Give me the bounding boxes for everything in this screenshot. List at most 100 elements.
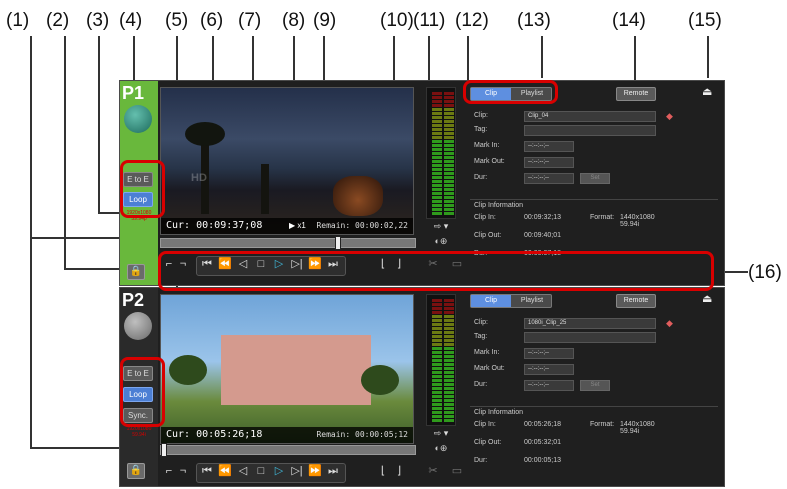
output-arrow-button[interactable]: ⇨ ▾: [426, 428, 456, 442]
clip-out-value: 00:09:40;01: [524, 232, 561, 239]
output-arrow-button[interactable]: ⇨ ▾: [426, 221, 456, 235]
go-to-end-icon[interactable]: ⏭: [326, 464, 340, 478]
meter-cell: [444, 108, 454, 111]
seek-bar[interactable]: [160, 443, 416, 457]
mark-out-label: Mark Out:: [474, 365, 505, 372]
callout-12: (12): [455, 10, 489, 31]
meter-cell: [444, 148, 454, 151]
callout-8: (8): [282, 10, 306, 31]
meter-cell: [432, 112, 442, 115]
mark-in-field[interactable]: --:--:--;--: [524, 141, 574, 152]
meter-cell: [432, 116, 442, 119]
meter-cell: [444, 375, 454, 378]
timecode-bar: Cur: 00:05:26;18 Remain: 00:00:05;12: [161, 427, 413, 443]
lock-button[interactable]: 🔒: [127, 463, 145, 479]
go-to-start-icon[interactable]: ⏮: [200, 464, 214, 478]
rewind-icon[interactable]: ⏪: [218, 464, 232, 478]
dur-field[interactable]: --:--:--;--: [524, 380, 574, 391]
mark-out-icon[interactable]: ¬: [176, 464, 190, 478]
clip-icon[interactable]: ✂: [426, 464, 440, 478]
meter-cell: [432, 387, 442, 390]
info-dur-label: Dur:: [474, 457, 488, 464]
meter-cell: [444, 132, 454, 135]
seek-handle[interactable]: [335, 236, 341, 250]
mark-in-icon[interactable]: ⌐: [162, 464, 176, 478]
format-readout: 1920x1080 59.94i: [126, 426, 152, 438]
mark-out-field[interactable]: --:--:--;--: [524, 364, 574, 375]
eject-icon[interactable]: ⏏: [702, 292, 712, 305]
tab-playlist[interactable]: Playlist: [512, 295, 552, 307]
meter-cell: [444, 196, 454, 199]
refresh-icon[interactable]: ◆: [666, 111, 673, 122]
clip-out-label: Clip Out:: [474, 232, 502, 239]
refresh-icon[interactable]: ◆: [666, 318, 673, 329]
step-forward-icon[interactable]: ▷|: [290, 464, 304, 478]
meter-cell: [444, 204, 454, 207]
meter-cell: [432, 303, 442, 306]
meter-cell: [432, 347, 442, 350]
meter-cell: [432, 395, 442, 398]
meter-cell: [432, 315, 442, 318]
current-timecode: Cur: 00:05:26;18: [166, 429, 263, 440]
meter-cell: [432, 156, 442, 159]
play-icon[interactable]: ▷: [272, 464, 286, 478]
jog-dial[interactable]: [124, 312, 152, 340]
format-label: Format:: [590, 214, 615, 221]
callout-15: (15): [688, 10, 722, 31]
leader-14: [634, 36, 636, 86]
meter-cell: [444, 144, 454, 147]
meter-cell: [432, 379, 442, 382]
meter-cell: [444, 339, 454, 342]
meter-cell: [444, 323, 454, 326]
remote-button[interactable]: Remote: [616, 294, 656, 308]
meter-cell: [432, 148, 442, 151]
export-icon[interactable]: ▭: [450, 464, 464, 478]
set-in-icon[interactable]: ⌊: [376, 464, 390, 478]
tag-field[interactable]: [524, 332, 656, 343]
set-button[interactable]: Set: [580, 380, 610, 391]
seek-bar[interactable]: [160, 236, 416, 250]
mark-in-field[interactable]: --:--:--;--: [524, 348, 574, 359]
audio-meter: [426, 87, 456, 219]
clip-field[interactable]: Clip_04: [524, 111, 656, 122]
meter-cell: [444, 363, 454, 366]
callout-14: (14): [612, 10, 646, 31]
stop-icon[interactable]: □: [254, 464, 268, 478]
set-button[interactable]: Set: [580, 173, 610, 184]
remote-button[interactable]: Remote: [616, 87, 656, 101]
set-out-icon[interactable]: ⌋: [392, 464, 406, 478]
clip-row: Clip: Clip_04 ◆: [474, 111, 714, 123]
mark-out-field[interactable]: --:--:--;--: [524, 157, 574, 168]
meter-cell: [444, 327, 454, 330]
zoom-icon[interactable]: ◐⊕: [426, 236, 456, 249]
step-back-icon[interactable]: ◁: [236, 464, 250, 478]
meter-cell: [432, 128, 442, 131]
meter-cell: [432, 160, 442, 163]
tag-field[interactable]: [524, 125, 656, 136]
meter-cell: [444, 335, 454, 338]
fast-forward-icon[interactable]: ⏩: [308, 464, 322, 478]
dur-field[interactable]: --:--:--;--: [524, 173, 574, 184]
callout-5: (5): [165, 10, 189, 31]
tab-clip[interactable]: Clip: [471, 295, 511, 307]
video-frame: [161, 295, 413, 443]
meter-cell: [444, 379, 454, 382]
seek-handle[interactable]: [161, 443, 167, 457]
leader-2: [64, 36, 66, 270]
lock-button[interactable]: 🔒: [127, 264, 145, 280]
highlight-sidebar-buttons-p2: [120, 357, 165, 427]
meter-channel: [432, 92, 442, 216]
leader-1: [30, 36, 32, 448]
meter-cell: [444, 387, 454, 390]
jog-dial[interactable]: [124, 105, 152, 133]
lock-icon: 🔒: [129, 465, 143, 476]
callout-labels: (1) (2) (3) (4) (5) (6) (7) (8) (9) (10)…: [0, 0, 787, 40]
meter-cell: [444, 299, 454, 302]
tag-row: Tag:: [474, 332, 714, 344]
clip-field[interactable]: 1080i_Clip_25: [524, 318, 656, 329]
meter-cell: [444, 136, 454, 139]
meter-cell: [432, 411, 442, 414]
zoom-icon[interactable]: ◐⊕: [426, 443, 456, 456]
eject-icon[interactable]: ⏏: [702, 85, 712, 98]
meter-channel: [432, 299, 442, 423]
